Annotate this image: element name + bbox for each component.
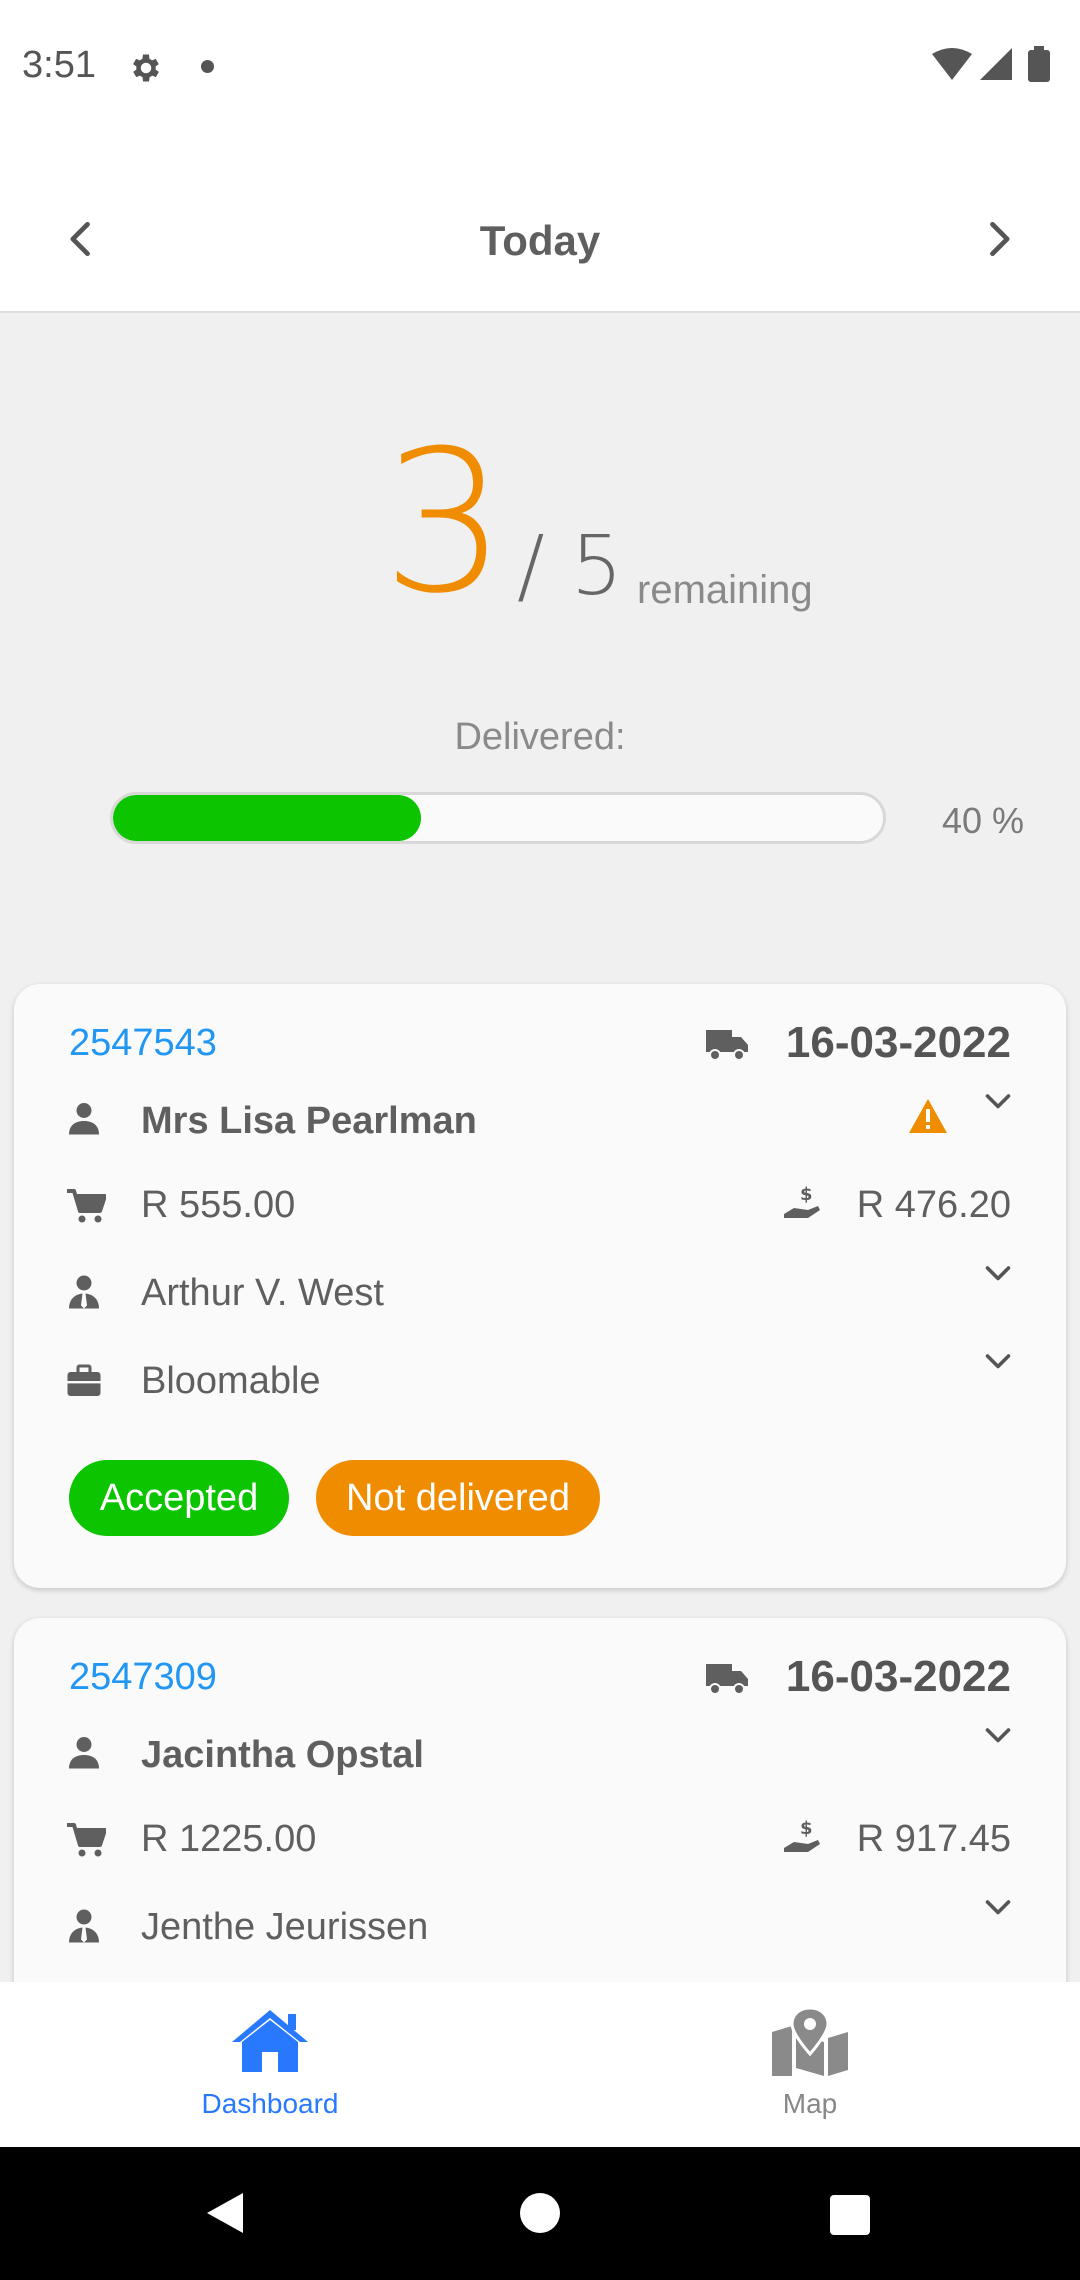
customer-name: Mrs Lisa Pearlman xyxy=(141,1100,477,1142)
battery-icon xyxy=(1028,46,1050,82)
customer-expand-chevron-down-icon[interactable] xyxy=(980,1084,1016,1120)
home-icon[interactable] xyxy=(230,2008,310,2074)
driver-expand-chevron-down-icon[interactable] xyxy=(980,1256,1016,1292)
warning-icon[interactable] xyxy=(908,1098,948,1134)
driver-name: Arthur V. West xyxy=(141,1272,384,1314)
company-expand-chevron-down-icon[interactable] xyxy=(980,1344,1016,1380)
order-total: R 1225.00 xyxy=(141,1818,317,1860)
delivered-percentage: 40 % xyxy=(942,800,1025,841)
order-number-link[interactable]: 2547543 xyxy=(69,1022,217,1065)
not-delivered-status-badge: Not delivered xyxy=(316,1460,600,1536)
delivery-date: 16-03-2022 xyxy=(785,1652,1011,1701)
settings-gear-icon xyxy=(128,50,164,86)
map-marker-icon[interactable] xyxy=(770,2006,850,2078)
company-name: Bloomable xyxy=(141,1360,321,1402)
truck-icon xyxy=(704,1024,750,1064)
wifi-icon xyxy=(932,48,972,80)
driver-expand-chevron-down-icon[interactable] xyxy=(980,1890,1016,1926)
total-count: / 5 xyxy=(517,519,623,614)
driver-name: Jenthe Jeurissen xyxy=(141,1906,429,1948)
signal-icon xyxy=(980,48,1012,80)
svg-text:$: $ xyxy=(800,1818,813,1839)
delivery-date: 16-03-2022 xyxy=(785,1018,1011,1067)
delivered-label: Delivered: xyxy=(454,716,626,758)
shopping-cart-icon xyxy=(66,1822,106,1858)
remaining-label: remaining xyxy=(637,568,813,612)
customer-expand-chevron-down-icon[interactable] xyxy=(980,1718,1016,1754)
order-card[interactable]: 2547309 16-03-2022 Jacintha Opstal R 122… xyxy=(14,1618,1066,2038)
driver-user-tie-icon xyxy=(66,1274,102,1310)
system-navigation-bar xyxy=(0,2147,1080,2280)
nav-map-label[interactable]: Map xyxy=(670,2088,950,2120)
next-day-chevron-right-icon[interactable] xyxy=(976,217,1020,261)
notification-dot-icon xyxy=(201,60,214,73)
status-indicators xyxy=(930,46,1060,86)
delivered-progress-fill xyxy=(113,795,421,841)
status-bar: 3:51 xyxy=(0,0,1080,135)
payment-amount: R 476.20 xyxy=(856,1184,1011,1226)
back-triangle-icon[interactable] xyxy=(205,2191,245,2235)
briefcase-icon xyxy=(66,1364,102,1398)
order-total: R 555.00 xyxy=(141,1184,296,1226)
order-card[interactable]: 2547543 16-03-2022 Mrs Lisa Pearlman R 5… xyxy=(14,984,1066,1588)
accepted-status-badge: Accepted xyxy=(69,1460,289,1536)
delivered-progress-bar xyxy=(110,792,886,844)
shopping-cart-icon xyxy=(66,1188,106,1224)
remaining-count: 3 xyxy=(382,409,507,637)
user-icon xyxy=(66,1100,102,1136)
order-number-link[interactable]: 2547309 xyxy=(69,1656,217,1699)
page-title: Today xyxy=(479,217,601,264)
bottom-navigation: Dashboard Map xyxy=(0,1982,1080,2147)
customer-name: Jacintha Opstal xyxy=(141,1734,424,1776)
nav-dashboard-label[interactable]: Dashboard xyxy=(130,2088,410,2120)
truck-icon xyxy=(704,1658,750,1698)
driver-user-tie-icon xyxy=(66,1908,102,1944)
recent-apps-square-icon[interactable] xyxy=(830,2195,870,2235)
date-navigation-bar: Today xyxy=(0,135,1080,313)
payment-hand-icon: $ xyxy=(782,1818,822,1858)
user-icon xyxy=(66,1734,102,1770)
payment-amount: R 917.45 xyxy=(856,1818,1011,1860)
svg-text:$: $ xyxy=(800,1184,813,1205)
home-circle-icon[interactable] xyxy=(520,2193,560,2233)
payment-hand-icon: $ xyxy=(782,1184,822,1224)
status-time: 3:51 xyxy=(22,44,96,86)
